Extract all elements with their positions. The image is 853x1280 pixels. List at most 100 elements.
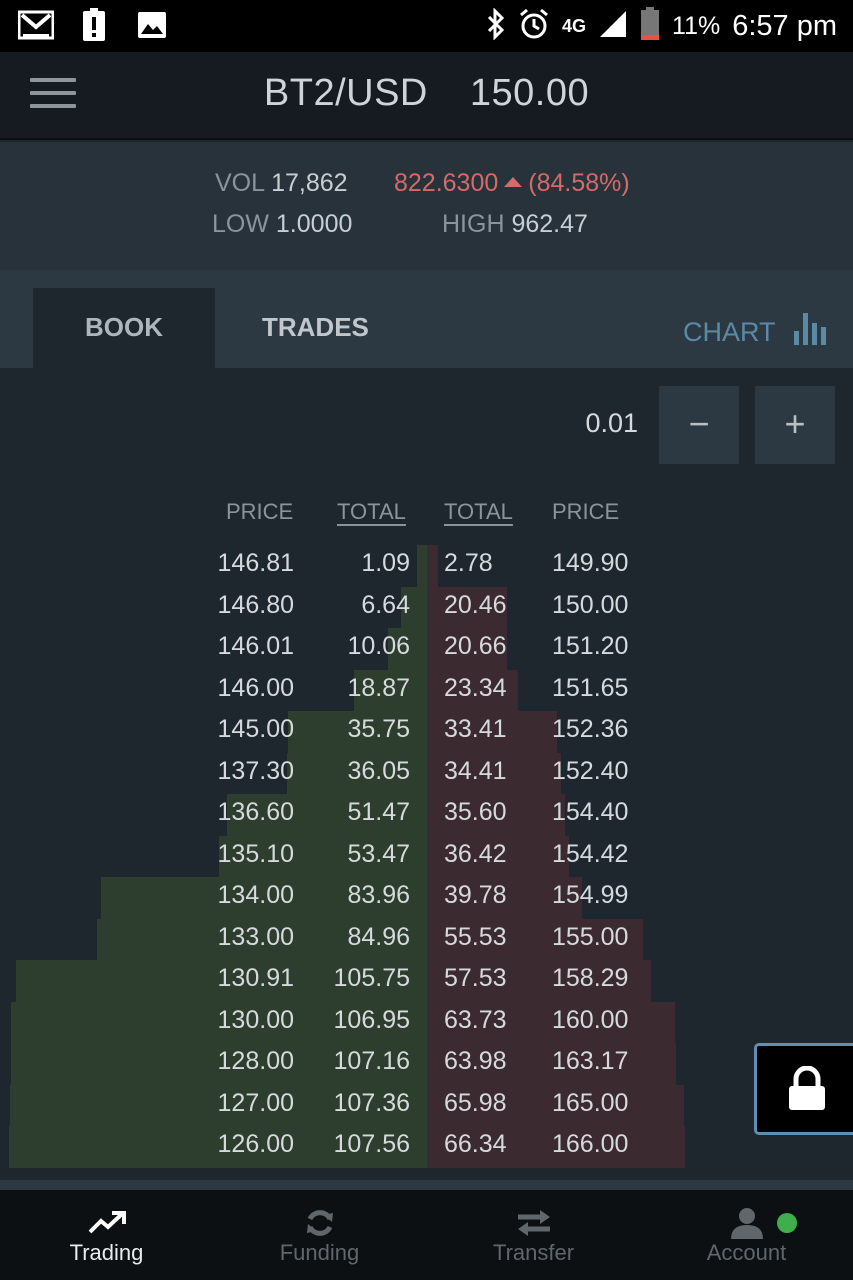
ask-price-cell: 151.65 [552,673,629,702]
order-book-row[interactable]: 145.00 35.75 33.41 152.36 [0,711,853,753]
bid-price-cell: 133.00 [217,922,294,951]
bid-price-cell: 126.00 [217,1130,294,1158]
bid-price-cell: 134.00 [217,881,294,909]
battery-icon [640,6,660,46]
lock-icon [787,1065,827,1117]
ask-price-cell: 154.40 [552,798,629,826]
bid-price-cell: 146.01 [217,632,294,660]
precision-value: 0.01 [585,408,638,438]
ask-total-cell: 23.34 [444,673,507,702]
bid-total-cell: 107.56 [333,1130,410,1158]
ask-price-cell: 154.99 [552,881,629,909]
ask-price-cell: 158.29 [552,964,629,992]
bid-price-cell: 136.60 [217,798,294,826]
tab-book[interactable]: BOOK [33,288,215,368]
ask-price-cell: 160.00 [552,1005,629,1034]
ask-total-header[interactable]: TOTAL [444,499,513,525]
ask-total-cell: 33.41 [444,715,507,743]
order-book-row[interactable]: 135.10 53.47 36.42 154.42 [0,836,853,878]
ask-total-cell: 63.98 [444,1047,507,1075]
nav-transfer[interactable]: Transfer [427,1190,640,1280]
title-bar: BT2/USD 150.00 [0,52,853,140]
order-book-row[interactable]: 130.91 105.75 57.53 158.29 [0,960,853,1002]
lock-button[interactable] [754,1043,853,1135]
bid-total-cell: 1.09 [361,549,410,577]
order-book-row[interactable]: 146.01 10.06 20.66 151.20 [0,628,853,670]
order-book-row[interactable]: 128.00 107.16 63.98 163.17 [0,1043,853,1085]
bid-price-cell: 145.00 [217,715,294,743]
ask-total-cell: 20.46 [444,590,507,619]
alarm-icon [518,8,550,45]
order-book-row[interactable]: 137.30 36.05 34.41 152.40 [0,753,853,795]
tab-trades[interactable]: TRADES [262,312,369,343]
volume-stat: VOL 17,862 [215,169,348,197]
order-book-row[interactable]: 146.00 18.87 23.34 151.65 [0,670,853,712]
bid-price-cell: 146.80 [217,590,294,619]
ask-total-cell: 57.53 [444,964,507,992]
decrease-precision-button[interactable]: − [659,386,739,464]
chart-label: CHART [683,317,776,347]
change-stat: 822.6300 (84.58%) [394,169,630,198]
bid-price-cell: 137.30 [217,756,294,785]
order-book-row[interactable]: 136.60 51.47 35.60 154.40 [0,794,853,836]
status-bar: 4G 11% 6:57 pm [0,0,853,52]
transfer-arrows-icon [427,1206,640,1240]
pair-name: BT2/USD [263,72,428,114]
ask-price-cell: 152.40 [552,756,629,785]
ask-price-cell: 151.20 [552,632,629,660]
ask-total-cell: 34.41 [444,756,507,785]
order-book-row[interactable]: 146.81 1.09 2.78 149.90 [0,545,853,587]
bid-total-header[interactable]: TOTAL [337,499,406,525]
nav-funding[interactable]: Funding [213,1190,426,1280]
bid-price-cell: 146.81 [217,549,294,577]
bid-total-cell: 107.16 [333,1047,410,1075]
alert-icon [76,8,112,42]
bid-total-cell: 107.36 [333,1088,410,1117]
current-price: 150.00 [469,72,590,114]
order-book: 146.81 1.09 2.78 149.90 146.80 6.64 20.46 150.0… [0,545,853,1168]
bid-price-cell: 146.00 [217,673,294,702]
nav-account[interactable]: Account [640,1190,853,1280]
clock: 6:57 pm [732,9,837,42]
view-tabs: BOOK TRADES CHART [0,270,853,368]
market-stats: VOL 17,862 822.6300 (84.58%) LOW 1.0000 H… [0,142,853,270]
bid-price-cell: 127.00 [217,1088,294,1117]
up-arrow-icon [504,177,523,187]
ask-price-cell: 166.00 [552,1130,629,1158]
ask-total-cell: 2.78 [444,549,493,577]
order-book-row[interactable]: 146.80 6.64 20.46 150.00 [0,587,853,629]
bid-total-cell: 10.06 [347,632,410,660]
order-book-row[interactable]: 130.00 106.95 63.73 160.00 [0,1002,853,1044]
bid-price-header: PRICE [226,499,294,524]
ask-total-cell: 65.98 [444,1088,507,1117]
bid-total-cell: 18.87 [347,673,410,702]
order-book-row[interactable]: 127.00 107.36 65.98 165.00 [0,1085,853,1127]
order-book-row[interactable]: 126.00 107.56 66.34 166.00 [0,1126,853,1168]
bluetooth-icon [486,6,506,45]
network-type: 4G [562,15,587,36]
bid-price-cell: 128.00 [217,1047,294,1075]
bid-total-cell: 6.64 [361,590,410,619]
signal-icon [598,9,628,44]
change-percent: (84.58%) [528,169,630,197]
page-title: BT2/USD 150.00 [0,72,853,115]
ask-price-cell: 155.00 [552,922,629,951]
nav-divider [0,1180,853,1190]
chart-link[interactable]: CHART [683,313,828,352]
bid-total-cell: 35.75 [347,715,410,743]
bid-price-cell: 130.00 [217,1005,294,1034]
bar-chart-icon [793,313,828,352]
user-icon [640,1206,853,1240]
nav-trading[interactable]: Trading [0,1190,213,1280]
increase-precision-button[interactable]: + [755,386,835,464]
bid-total-cell: 51.47 [347,798,410,826]
order-book-row[interactable]: 134.00 83.96 39.78 154.99 [0,877,853,919]
bid-price-cell: 130.91 [217,964,294,992]
order-book-row[interactable]: 133.00 84.96 55.53 155.00 [0,919,853,961]
ask-price-cell: 149.90 [552,549,629,577]
change-value: 822.6300 [394,169,499,197]
ask-price-cell: 152.36 [552,715,629,743]
high-stat: HIGH 962.47 [442,210,588,238]
ask-price-cell: 165.00 [552,1088,629,1117]
low-stat: LOW 1.0000 [212,210,353,238]
